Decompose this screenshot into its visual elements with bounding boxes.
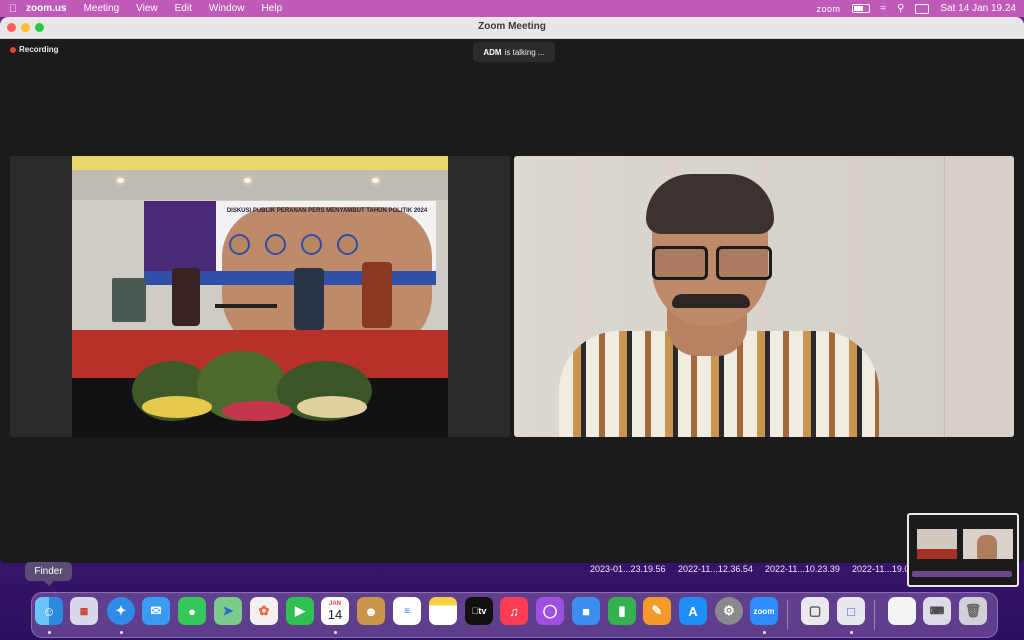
mail-icon[interactable]: ✉ (142, 597, 170, 625)
launchpad-icon[interactable]: ▦ (70, 597, 98, 625)
thumbnail-dock (912, 571, 1012, 577)
finder-tooltip: Finder (25, 562, 72, 586)
menu-window[interactable]: Window (209, 3, 245, 14)
trash-icon[interactable]: 🗑 (959, 597, 987, 625)
status-area: zoom ≈ ⚲ Sat 14 Jan 19.24 (817, 0, 1016, 17)
panelist-3 (362, 262, 392, 328)
talking-text: is talking ... (504, 47, 545, 57)
desktop-file[interactable]: 2022-11...12.36.54 (678, 564, 753, 574)
white-flowers (297, 396, 367, 418)
menu-edit[interactable]: Edit (175, 3, 192, 14)
record-dot-icon (10, 46, 16, 53)
window-title: Zoom Meeting (478, 21, 546, 32)
preview-app-icon[interactable]: ▢ (801, 597, 829, 625)
app-menu-zoom[interactable]: zoom.us (26, 3, 67, 14)
music-icon[interactable]: ♫ (500, 597, 528, 625)
speaker-photo (301, 234, 322, 255)
pages-icon[interactable]: ✎ (643, 597, 671, 625)
control-center-icon[interactable] (915, 3, 930, 14)
facetime-icon[interactable]: ▶ (286, 597, 314, 625)
video-tile-participant[interactable] (514, 156, 1014, 437)
menu-meeting[interactable]: Meeting (84, 3, 120, 14)
battery-icon[interactable] (851, 4, 870, 13)
ceiling (72, 170, 448, 200)
photos-icon[interactable]: ✿ (250, 597, 278, 625)
calendar-icon[interactable]: JAN 14 (321, 597, 349, 625)
clock[interactable]: Sat 14 Jan 19.24 (940, 3, 1016, 14)
spotlight-search-icon[interactable]: ⚲ (897, 3, 904, 14)
zoom-app-label: zoom (753, 606, 775, 616)
screenshot-app-icon[interactable]: □ (837, 597, 865, 625)
panelist-1 (172, 268, 200, 326)
speaker-photo (265, 234, 286, 255)
video-tile-stage[interactable]: DISKUSI PUBLIK PERANAN PERS MENYAMBUT TA… (10, 156, 510, 437)
zoom-status-item[interactable]: zoom (817, 4, 841, 14)
running-indicator (48, 631, 51, 634)
speaker-photo (337, 234, 358, 255)
maps-icon[interactable]: ➤ (214, 597, 242, 625)
thumbnail-stage-tile (917, 529, 957, 559)
screenshot-thumbnail[interactable] (907, 513, 1019, 587)
meeting-content: Recording ADM is talking ... DISKUSI PUB… (0, 39, 1024, 563)
zoom-meeting-window: Zoom Meeting Recording ADM is talking ..… (0, 17, 1024, 563)
safari-icon[interactable]: ✦ (107, 597, 135, 625)
ceiling-lamp (372, 178, 379, 183)
side-table (215, 304, 277, 308)
recording-indicator[interactable]: Recording (10, 45, 59, 54)
red-flowers (222, 401, 292, 421)
menu-help[interactable]: Help (261, 3, 282, 14)
stage-video: DISKUSI PUBLIK PERANAN PERS MENYAMBUT TA… (72, 156, 448, 437)
system-settings-icon[interactable]: ⚙ (715, 597, 743, 625)
menu-bar:  zoom.us Meeting View Edit Window Help … (0, 0, 1024, 17)
running-indicator (120, 631, 123, 634)
window-titlebar[interactable]: Zoom Meeting (0, 17, 1024, 39)
running-indicator (334, 631, 337, 634)
panelist-2 (294, 268, 324, 330)
desktop-file[interactable]: 2022-11...10.23.39 (765, 564, 840, 574)
tv-label: tv (474, 606, 486, 616)
glasses-lens (716, 246, 772, 280)
zoom-app-icon[interactable]: zoom (750, 597, 778, 625)
speaker-name: ADM (483, 47, 502, 57)
hair (646, 174, 774, 234)
active-speaker-badge: ADM is talking ... (473, 42, 555, 62)
running-indicator (850, 631, 853, 634)
mustache (672, 294, 750, 308)
ceiling-lamp (117, 178, 124, 183)
ceiling-lamp (244, 178, 251, 183)
document-icon[interactable] (888, 597, 916, 625)
empty-chair (112, 278, 146, 322)
glasses-lens (652, 246, 708, 280)
finder-icon[interactable]: ☺ (35, 597, 63, 625)
running-indicator (763, 631, 766, 634)
contacts-icon[interactable]: ☻ (357, 597, 385, 625)
menu-view[interactable]: View (136, 3, 158, 14)
thumbnail-participant-tile (963, 529, 1013, 559)
calendar-day: 14 (327, 606, 343, 622)
apple-tv-icon[interactable]: tv (465, 597, 493, 625)
desktop-file[interactable]: 2022-11...19.08 (852, 564, 914, 574)
messages-icon[interactable]: ● (178, 597, 206, 625)
desktop-file[interactable]: 2023-01...23.19.56 (590, 564, 666, 574)
apple-menu-icon[interactable]:  (0, 3, 26, 15)
notes-icon[interactable] (429, 597, 457, 625)
keynote-icon[interactable]: ■ (572, 597, 600, 625)
background-door (944, 156, 1014, 437)
podcasts-icon[interactable]: ◯ (536, 597, 564, 625)
reminders-icon[interactable]: ≡ (393, 597, 421, 625)
dock-separator (787, 600, 788, 630)
numbers-icon[interactable]: ▮ (608, 597, 636, 625)
speaker-photo (229, 234, 250, 255)
yellow-flowers (142, 396, 212, 418)
wifi-icon[interactable]: ≈ (881, 3, 887, 14)
glasses (650, 246, 772, 280)
recording-label: Recording (19, 45, 59, 54)
ceiling-light-strip (72, 156, 448, 170)
app-store-icon[interactable]: A (679, 597, 707, 625)
keyboard-viewer-icon[interactable]: ⌨ (923, 597, 951, 625)
dock-separator (874, 600, 875, 630)
participant-video (514, 156, 1014, 437)
